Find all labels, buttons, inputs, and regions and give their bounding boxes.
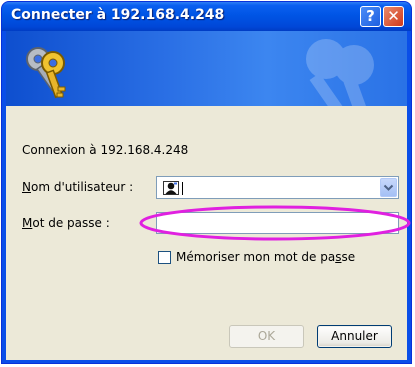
keys-watermark-icon: [306, 39, 374, 106]
close-button[interactable]: ✕: [383, 6, 404, 27]
username-combobox[interactable]: [156, 176, 399, 199]
title-bar[interactable]: Connecter à 192.168.4.248 ? ✕: [2, 2, 411, 31]
connection-text: Connexion à 192.168.4.248: [22, 143, 189, 157]
ok-button[interactable]: OK: [229, 325, 304, 348]
password-label: Mot de passe :: [22, 216, 110, 230]
text-cursor: [182, 182, 183, 195]
username-label: Nom d'utilisateur :: [22, 180, 134, 194]
help-icon: ?: [366, 7, 375, 25]
banner: [6, 31, 407, 106]
close-icon: ✕: [387, 7, 400, 25]
remember-password-checkbox[interactable]: [158, 251, 171, 264]
cancel-button[interactable]: Annuler: [317, 325, 392, 348]
user-card-icon: [163, 181, 179, 195]
keys-icon: [26, 47, 66, 99]
dialog-body: Connexion à 192.168.4.248 Nom d'utilisat…: [6, 31, 411, 360]
highlight-ellipse: [139, 205, 411, 241]
username-dropdown-button[interactable]: [380, 178, 397, 197]
remember-password-label[interactable]: Mémoriser mon mot de passe: [176, 250, 355, 264]
dialog-title: Connecter à 192.168.4.248: [11, 7, 225, 23]
chevron-down-icon: [383, 184, 394, 191]
help-button[interactable]: ?: [360, 6, 381, 27]
login-dialog: Connecter à 192.168.4.248 ? ✕ Connexion …: [1, 1, 412, 364]
